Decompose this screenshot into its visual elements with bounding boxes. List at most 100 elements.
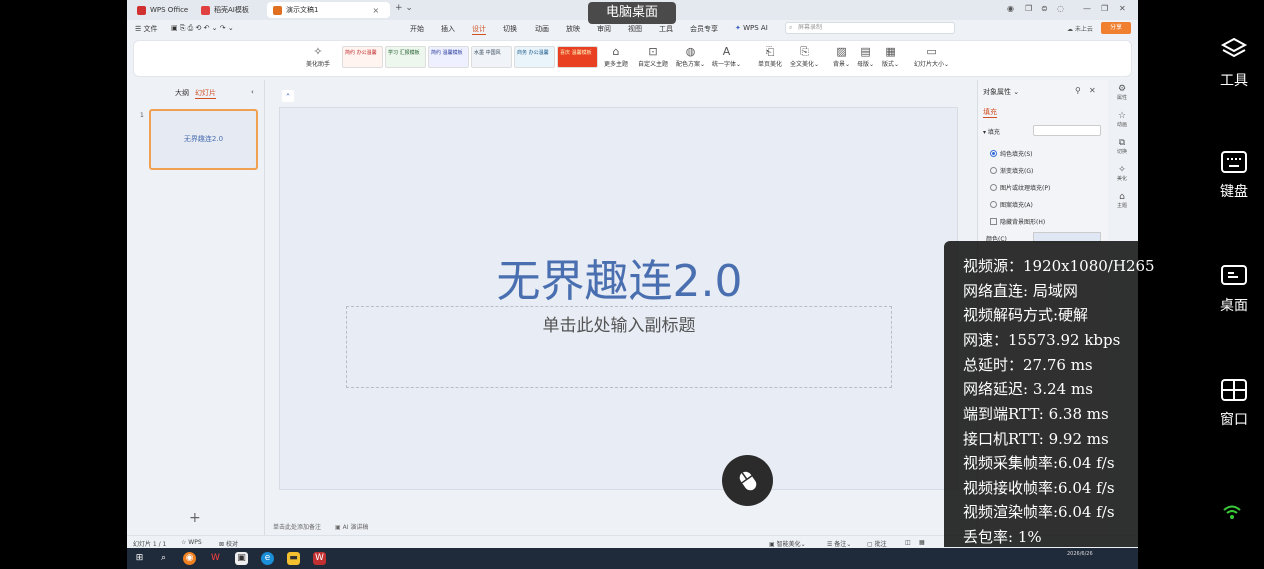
minimize-icon[interactable]: — [1083,4,1091,13]
smart-beautify-icon: ▣ [769,541,777,548]
wps-status[interactable]: ☆ WPS [181,539,202,546]
background-button[interactable]: ▨ 背景⌄ [833,45,850,68]
avatar[interactable]: ◌ [1057,4,1064,13]
notes-toggle[interactable]: ☰ 备注⌄ [827,539,851,548]
edge-icon[interactable]: e [261,552,274,565]
search-input[interactable]: ⌕ 屏幕录制 [785,22,955,34]
tools-button[interactable]: 工具 [1204,35,1264,90]
subtitle-placeholder[interactable]: 单击此处输入副标题 [346,306,892,388]
window-icon[interactable]: ❐ [1025,4,1032,13]
file-menu[interactable]: ☰ 文件 [135,24,158,34]
ai-assistant-icon[interactable]: ᴬ [282,90,294,102]
theme-6[interactable]: 喜庆 温馨模板 [557,46,598,68]
picture-fill-radio[interactable]: 图片或纹理填充(P) [990,183,1050,192]
tab-presentation[interactable]: 演示文稿1 × [267,2,390,18]
menu-view[interactable]: 视图 [628,24,642,34]
side-properties[interactable]: ⚙ 属性 [1111,84,1133,101]
more-themes-button[interactable]: ⌂ 更多主题 [604,45,628,68]
menu-home[interactable]: 开始 [410,24,424,34]
collapse-icon[interactable]: ‹ [251,88,254,96]
beautify-button[interactable]: ✧ 美化助手 [306,45,330,68]
theme-5[interactable]: 商务 办公温馨 [514,46,555,68]
browser-icon[interactable]: ◉ [183,552,196,565]
ai-notes-button[interactable]: ▣ AI 演讲稿 [335,522,368,531]
page-beautify-button[interactable]: ⎗ 单页美化 [758,45,782,68]
unify-font-button[interactable]: A 统一字体⌄ [712,45,741,68]
properties-icon: ⚙ [1117,84,1127,94]
smart-beautify[interactable]: ▣ 智能美化⌄ [769,539,806,548]
notes-placeholder[interactable]: 单击此处添加备注 [273,522,321,531]
menu-insert[interactable]: 插入 [441,24,455,34]
fill-section[interactable]: ▾ 填充 [983,127,1000,136]
proofing[interactable]: ⊠ 校对 [219,539,238,548]
solid-fill-radio[interactable]: 纯色填充(S) [990,149,1033,158]
theme-3[interactable]: 简约 温馨模板 [428,46,469,68]
pin-icon[interactable]: ⚲ [1075,86,1081,95]
theme-4[interactable]: 水墨 中国风 [471,46,512,68]
clock[interactable]: 2026/6/26 [1067,551,1093,558]
fill-select[interactable] [1033,125,1101,136]
mouse-mode-button[interactable] [722,455,773,506]
menu-animation[interactable]: 动画 [535,24,549,34]
wps-active-icon[interactable]: W [313,552,326,565]
window-close-icon[interactable]: ✕ [1119,4,1126,13]
slide-size-button[interactable]: ▭ 幻灯片大小⌄ [914,45,949,68]
hide-bg-checkbox[interactable]: 隐藏背景图形(H) [990,217,1045,226]
theme-2[interactable]: 学习 汇报模板 [385,46,426,68]
close-pane-icon[interactable]: ✕ [1089,86,1096,95]
tab-fill[interactable]: 填充 [983,107,997,118]
tab-template[interactable]: 稻壳AI模板 [195,2,255,18]
slide-title[interactable]: 无界趣连2.0 [280,245,959,309]
pane-title[interactable]: 对象属性 ⌄ [983,87,1019,97]
side-beautify[interactable]: ✧ 美化 [1111,165,1133,182]
side-transition[interactable]: ⧉ 切换 [1111,138,1133,155]
side-animation[interactable]: ☆ 动画 [1111,111,1133,128]
beautify-icon: ✧ [313,45,323,58]
menu-member[interactable]: 会员专享 [690,24,718,34]
taskbar-search-icon[interactable]: ⌕ [157,552,170,565]
color-scheme-button[interactable]: ◍ 配色方案⌄ [676,45,705,68]
theme-icon: ⌂ [612,45,620,58]
start-icon[interactable]: ⊞ [133,552,146,565]
maximize-icon[interactable]: ❐ [1101,4,1108,13]
tab-wps-office[interactable]: WPS Office [131,2,194,18]
remote-desktop-title[interactable]: 电脑桌面 [588,2,676,24]
quick-toolbar-icon[interactable]: ▣ ⎘ ⎙ ⟲ ↶ ⌄ ↷ ⌄ [171,24,234,33]
comments-toggle[interactable]: ▢ 批注 [867,539,887,548]
status-dot-icon[interactable]: ◉ [1007,4,1014,13]
gradient-fill-radio[interactable]: 渐变填充(G) [990,166,1033,175]
view-normal-icon[interactable]: ◫ [905,539,911,546]
new-tab-button[interactable]: + ⌄ [395,3,413,13]
side-theme[interactable]: ⌂ 主题 [1111,192,1133,209]
window-button[interactable]: 窗口 [1204,378,1264,429]
menu-wps-ai[interactable]: ✦ WPS AI [735,24,768,32]
app-icon[interactable]: ▣ [235,552,248,565]
share-button[interactable]: 分享 [1101,22,1131,34]
menu-slideshow[interactable]: 放映 [566,24,580,34]
tab-outline[interactable]: 大纲 [175,88,189,98]
custom-theme-button[interactable]: ⊡ 自定义主题 [638,45,668,68]
folder-icon[interactable]: ▬ [287,552,300,565]
keyboard-button[interactable]: 键盘 [1204,150,1264,201]
master-button[interactable]: ▤ 母版⌄ [857,45,874,68]
view-sorter-icon[interactable]: ▦ [919,539,925,546]
tab-slides[interactable]: 幻灯片 [195,88,216,99]
full-beautify-button[interactable]: ⎘ 全文美化⌄ [790,45,819,68]
slide-canvas[interactable]: 无界趣连2.0 单击此处输入副标题 [279,107,958,490]
add-slide-button[interactable]: + [189,510,201,526]
subtitle-text: 单击此处输入副标题 [542,316,696,336]
wps-taskbar-icon[interactable]: W [209,552,222,565]
close-icon[interactable]: × [372,6,379,15]
layout-button[interactable]: ▦ 版式⌄ [882,45,899,68]
skin-icon[interactable]: ⊜ [1041,4,1048,13]
menu-transition[interactable]: 切换 [503,24,517,34]
theme-1[interactable]: 简约 办公温馨 [342,46,383,68]
keyboard-label: 键盘 [1220,184,1248,200]
pattern-fill-radio[interactable]: 图案填充(A) [990,200,1033,209]
menu-review[interactable]: 审阅 [597,24,611,34]
cloud-status[interactable]: ☁ 未上云 [1067,24,1093,33]
menu-design[interactable]: 设计 [472,24,486,35]
desktop-button[interactable]: 桌面 [1204,264,1264,315]
menu-tools[interactable]: 工具 [659,24,673,34]
slide-thumbnail[interactable]: 无界趣连2.0 [149,109,258,170]
